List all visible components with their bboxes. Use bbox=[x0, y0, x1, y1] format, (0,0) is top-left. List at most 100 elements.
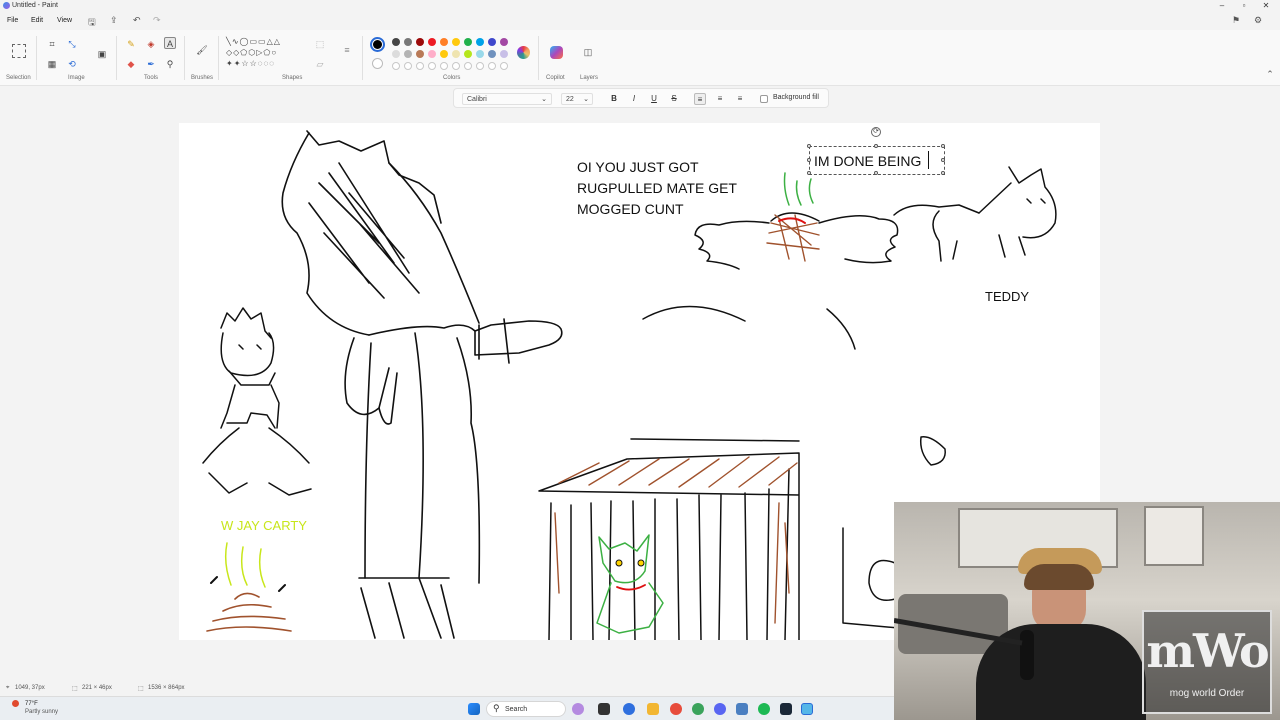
chrome-icon[interactable] bbox=[692, 703, 704, 715]
color-swatch[interactable] bbox=[416, 38, 424, 46]
image-select-icon[interactable]: ▣ bbox=[96, 48, 108, 60]
layers-icon[interactable]: ◫ bbox=[582, 46, 594, 58]
color-swatch[interactable] bbox=[428, 38, 436, 46]
font-family-dropdown[interactable]: Calibri ⌄ bbox=[462, 93, 552, 105]
color-swatch[interactable] bbox=[392, 38, 400, 46]
undo-icon[interactable]: ↶ bbox=[133, 15, 141, 26]
secondary-color-swatch[interactable] bbox=[372, 58, 383, 69]
resize-handle[interactable] bbox=[941, 171, 945, 175]
pencil-icon[interactable]: ✎ bbox=[125, 38, 137, 50]
custom-color-slot[interactable] bbox=[500, 62, 508, 70]
copilot-icon[interactable] bbox=[550, 46, 563, 59]
align-center-icon[interactable]: ≡ bbox=[714, 93, 726, 105]
resize-handle[interactable] bbox=[941, 158, 945, 162]
selection-icon[interactable] bbox=[12, 44, 26, 58]
custom-color-slot[interactable] bbox=[392, 62, 400, 70]
crop-icon[interactable]: ⌗ bbox=[46, 38, 58, 50]
color-swatch[interactable] bbox=[416, 50, 424, 58]
resize-handle[interactable] bbox=[807, 144, 811, 148]
color-swatch[interactable] bbox=[404, 38, 412, 46]
magnifier-icon[interactable]: ⚲ bbox=[164, 58, 176, 70]
edge-icon[interactable] bbox=[623, 703, 635, 715]
start-icon[interactable] bbox=[468, 703, 480, 715]
italic-button[interactable]: I bbox=[628, 93, 640, 105]
align-right-icon[interactable]: ≡ bbox=[734, 93, 746, 105]
bold-button[interactable]: B bbox=[608, 93, 620, 105]
browser-icon[interactable] bbox=[670, 703, 682, 715]
color-swatch[interactable] bbox=[452, 50, 460, 58]
resize-handle[interactable] bbox=[807, 158, 811, 162]
custom-color-slot[interactable] bbox=[440, 62, 448, 70]
eraser-icon[interactable]: ◆ bbox=[125, 58, 137, 70]
share-icon[interactable]: ⇪ bbox=[110, 15, 118, 26]
paint-taskbar-icon[interactable] bbox=[801, 703, 813, 715]
resize-handle[interactable] bbox=[874, 144, 878, 148]
custom-color-slot[interactable] bbox=[404, 62, 412, 70]
color-swatch[interactable] bbox=[500, 50, 508, 58]
rotate-icon[interactable]: ⟲ bbox=[66, 58, 78, 70]
color-picker-icon[interactable]: ✒ bbox=[145, 58, 157, 70]
menu-file[interactable]: File bbox=[7, 17, 18, 24]
file-explorer-icon[interactable] bbox=[647, 703, 659, 715]
active-color-swatch[interactable] bbox=[370, 37, 385, 52]
app-icon[interactable] bbox=[736, 703, 748, 715]
custom-color-slot[interactable] bbox=[464, 62, 472, 70]
outline-icon[interactable]: ⬚ bbox=[314, 38, 326, 50]
weather-temperature[interactable]: 77°F bbox=[25, 701, 38, 707]
shape-fill-icon[interactable]: ▱ bbox=[314, 58, 326, 70]
resize-icon[interactable]: ⤡ bbox=[66, 38, 78, 50]
stroke-size-icon[interactable]: ≡ bbox=[341, 44, 353, 56]
strikethrough-button[interactable]: S bbox=[668, 93, 680, 105]
menu-edit[interactable]: Edit bbox=[31, 17, 43, 24]
notification-icon[interactable]: ⚑ bbox=[1232, 15, 1240, 26]
weather-description[interactable]: Partly sunny bbox=[25, 709, 58, 715]
menu-view[interactable]: View bbox=[57, 17, 72, 24]
resize-handle[interactable] bbox=[941, 144, 945, 148]
fill-icon[interactable]: ◈ bbox=[145, 38, 157, 50]
custom-color-slot[interactable] bbox=[428, 62, 436, 70]
color-swatch[interactable] bbox=[404, 50, 412, 58]
redo-icon[interactable]: ↷ bbox=[153, 15, 161, 26]
align-left-icon[interactable]: ≡ bbox=[694, 93, 706, 105]
maximize-icon[interactable]: ▫ bbox=[1234, 1, 1254, 11]
weather-icon[interactable] bbox=[12, 700, 19, 707]
color-swatch[interactable] bbox=[476, 38, 484, 46]
steam-icon[interactable] bbox=[780, 703, 792, 715]
brush-icon[interactable]: 🖌 bbox=[196, 44, 208, 56]
underline-button[interactable]: U bbox=[648, 93, 660, 105]
active-text-box[interactable]: IM DONE BEING bbox=[807, 144, 945, 175]
save-icon[interactable]: 🖫 bbox=[88, 15, 96, 31]
custom-color-slot[interactable] bbox=[416, 62, 424, 70]
color-swatch[interactable] bbox=[392, 50, 400, 58]
color-swatch[interactable] bbox=[440, 50, 448, 58]
color-swatch[interactable] bbox=[464, 50, 472, 58]
discord-icon[interactable] bbox=[714, 703, 726, 715]
taskbar-search[interactable]: ⚲ Search bbox=[486, 701, 566, 717]
rotate-handle-icon[interactable]: ⟳ bbox=[871, 127, 881, 137]
color-swatch[interactable] bbox=[452, 38, 460, 46]
color-swatch[interactable] bbox=[488, 38, 496, 46]
task-view-icon[interactable] bbox=[598, 703, 610, 715]
spotify-icon[interactable] bbox=[758, 703, 770, 715]
custom-color-slot[interactable] bbox=[476, 62, 484, 70]
color-swatch[interactable] bbox=[428, 50, 436, 58]
custom-color-slot[interactable] bbox=[488, 62, 496, 70]
color-swatch[interactable] bbox=[488, 50, 496, 58]
font-size-dropdown[interactable]: 22 ⌄ bbox=[561, 93, 593, 105]
color-swatch[interactable] bbox=[476, 50, 484, 58]
color-swatch[interactable] bbox=[440, 38, 448, 46]
color-swatch[interactable] bbox=[464, 38, 472, 46]
minimize-icon[interactable]: – bbox=[1212, 1, 1232, 11]
color-swatch[interactable] bbox=[500, 38, 508, 46]
close-icon[interactable]: ✕ bbox=[1256, 1, 1276, 11]
collapse-ribbon-icon[interactable]: ⌃ bbox=[1264, 68, 1276, 80]
shapes-gallery[interactable]: ╲∿◯▭▭△△ ◇◇⬠⬡▷⬠○ ✦✦☆☆◌◌◌ bbox=[226, 36, 306, 74]
custom-color-slot[interactable] bbox=[452, 62, 460, 70]
edit-colors-icon[interactable] bbox=[517, 46, 530, 59]
background-fill-checkbox[interactable] bbox=[760, 95, 768, 103]
copilot-taskbar-icon[interactable] bbox=[572, 703, 584, 715]
resize-handle[interactable] bbox=[807, 171, 811, 175]
remove-background-icon[interactable]: ▦ bbox=[46, 58, 58, 70]
resize-handle[interactable] bbox=[874, 171, 878, 175]
settings-icon[interactable]: ⚙ bbox=[1254, 15, 1262, 26]
